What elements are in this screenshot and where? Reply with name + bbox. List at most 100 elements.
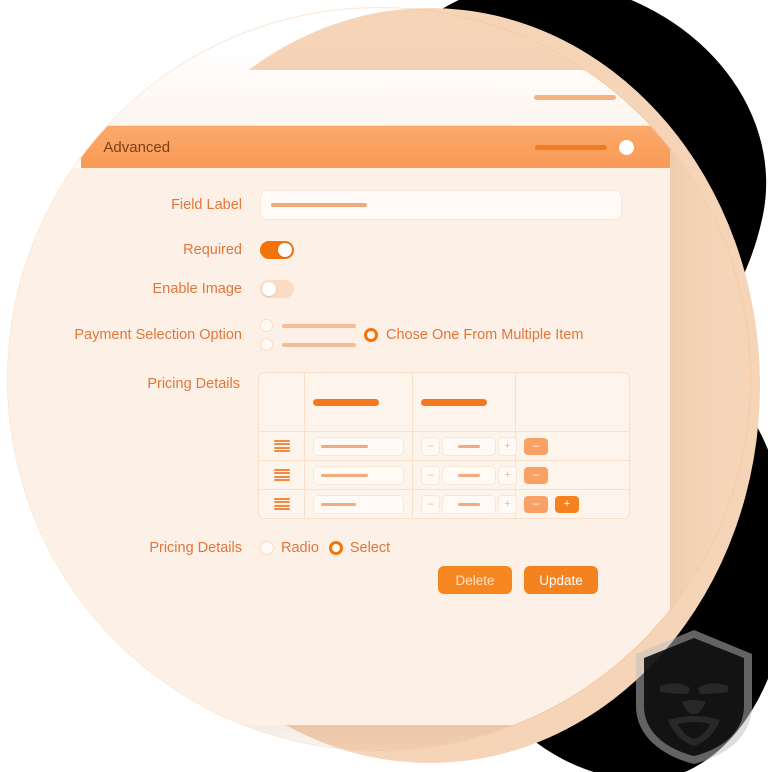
row-name-cell xyxy=(305,432,413,460)
quantity-stepper: – + xyxy=(421,465,517,485)
row-name-input[interactable] xyxy=(313,436,404,456)
radio-option-placeholder-1[interactable] xyxy=(260,319,356,332)
watermark-logo-icon xyxy=(636,630,752,764)
field-label-label: Field Label xyxy=(171,197,242,213)
tab-indicator-dot[interactable] xyxy=(619,139,634,155)
field-label-placeholder-bar xyxy=(271,203,367,207)
enable-image-field xyxy=(260,280,630,298)
card-footer: Delete Update xyxy=(8,566,630,594)
radio-option-select[interactable]: Select xyxy=(328,540,390,556)
card-header: Payment Item xyxy=(8,70,670,126)
header-placeholder-bar xyxy=(534,95,616,100)
pricing-details-label: Pricing Details xyxy=(147,376,240,392)
field-label-input[interactable] xyxy=(260,190,622,220)
tab-general[interactable]: General xyxy=(8,126,81,168)
tab-placeholder-bar xyxy=(535,144,607,150)
row-required: Required xyxy=(8,241,630,259)
stepper-value-placeholder-bar xyxy=(458,473,480,477)
delete-button[interactable]: Delete xyxy=(438,566,512,594)
radio-unselected-icon xyxy=(260,541,274,555)
pricing-details-mode-field: Radio Select xyxy=(260,540,630,556)
stepper-minus-button[interactable]: – xyxy=(421,465,440,485)
row-qty-cell: – + xyxy=(413,490,517,518)
payment-item-card: Payment Item General Advanced xyxy=(8,70,670,725)
stepper-value[interactable] xyxy=(442,436,496,456)
drag-handle-cell[interactable] xyxy=(259,432,305,460)
row-pricing-details-mode: Pricing Details Radio Select xyxy=(8,540,630,556)
drag-handle-cell[interactable] xyxy=(259,461,305,489)
add-row-button[interactable]: + xyxy=(555,495,579,513)
field-label-field xyxy=(260,190,630,220)
quantity-stepper: – + xyxy=(421,494,517,514)
payment-selection-option-group: Chose One From Multiple Item xyxy=(260,319,583,351)
required-field xyxy=(260,241,630,259)
header-right-controls xyxy=(534,91,648,105)
radio-option-placeholder-bar xyxy=(282,323,356,328)
row-pricing-details-table: Pricing Details – + – – + – – + – + xyxy=(8,372,630,519)
radio-option-placeholder-2[interactable] xyxy=(260,338,356,351)
table-row: – + – + xyxy=(259,490,629,518)
row-name-cell xyxy=(305,490,413,518)
stepper-minus-button[interactable]: – xyxy=(421,494,440,514)
drag-handle-icon xyxy=(273,497,290,511)
payment-selection-selected-label: Chose One From Multiple Item xyxy=(386,327,584,343)
quantity-stepper: – + xyxy=(421,436,517,456)
row-name-input[interactable] xyxy=(313,494,404,514)
row-name-placeholder-bar xyxy=(321,473,368,477)
row-actions-cell: – xyxy=(516,432,629,460)
required-label: Required xyxy=(183,242,242,258)
radio-selected-icon[interactable] xyxy=(364,328,378,342)
drag-handle-icon xyxy=(273,468,290,482)
payment-selection-option-label: Payment Selection Option xyxy=(74,327,242,343)
remove-row-button[interactable]: – xyxy=(524,466,548,484)
tab-advanced[interactable]: Advanced xyxy=(81,126,670,168)
remove-row-button[interactable]: – xyxy=(524,437,548,455)
payment-selection-placeholder-options xyxy=(260,319,356,351)
row-name-input[interactable] xyxy=(313,465,404,485)
tab-advanced-label: Advanced xyxy=(103,138,171,156)
remove-row-button[interactable]: – xyxy=(524,495,548,513)
page-title: Payment Item xyxy=(8,88,99,106)
pricing-details-table: – + – – + – – + – + xyxy=(258,372,630,519)
radio-option-radio-label: Radio xyxy=(281,540,319,556)
stepper-value[interactable] xyxy=(442,494,496,514)
stepper-value[interactable] xyxy=(442,465,496,485)
payment-selection-option-field: Chose One From Multiple Item xyxy=(260,319,630,351)
row-qty-cell: – + xyxy=(413,461,517,489)
table-row: – + – xyxy=(259,461,629,490)
row-name-cell xyxy=(305,461,413,489)
required-toggle-knob xyxy=(278,243,292,257)
radio-option-radio[interactable]: Radio xyxy=(260,540,319,556)
drag-handle-cell[interactable] xyxy=(259,490,305,518)
table-header-actions-cell xyxy=(516,373,629,431)
table-header-row xyxy=(259,373,629,432)
row-field-label: Field Label xyxy=(8,190,630,220)
stepper-plus-button[interactable]: + xyxy=(498,465,517,485)
update-button[interactable]: Update xyxy=(524,566,598,594)
row-qty-cell: – + xyxy=(413,432,517,460)
row-enable-image: Enable Image xyxy=(8,280,630,298)
enable-image-toggle-knob xyxy=(262,282,276,296)
row-name-placeholder-bar xyxy=(321,444,368,448)
stepper-plus-button[interactable]: + xyxy=(498,494,517,514)
row-name-placeholder-bar xyxy=(321,502,356,506)
radio-option-placeholder-bar xyxy=(282,342,356,347)
table-header-name-cell xyxy=(305,373,413,431)
enable-image-toggle[interactable] xyxy=(260,280,294,298)
tab-strip: General Advanced xyxy=(8,126,670,168)
required-toggle[interactable] xyxy=(260,241,294,259)
stepper-plus-button[interactable]: + xyxy=(498,436,517,456)
table-header-placeholder-bar xyxy=(313,398,379,406)
table-header-placeholder-bar xyxy=(421,398,487,406)
stepper-value-placeholder-bar xyxy=(458,444,480,448)
stepper-value-placeholder-bar xyxy=(458,502,480,506)
stepper-minus-button[interactable]: – xyxy=(421,436,440,456)
tab-right-controls xyxy=(535,139,648,155)
drag-handle-icon xyxy=(273,439,290,453)
pricing-details-field: – + – – + – – + – + xyxy=(258,372,630,519)
pricing-details-mode-label: Pricing Details xyxy=(149,540,242,556)
row-payment-selection-option: Payment Selection Option Chose One From … xyxy=(8,319,630,351)
chevron-down-icon[interactable] xyxy=(634,91,648,105)
row-actions-cell: – xyxy=(516,461,629,489)
radio-selected-icon xyxy=(328,541,343,555)
